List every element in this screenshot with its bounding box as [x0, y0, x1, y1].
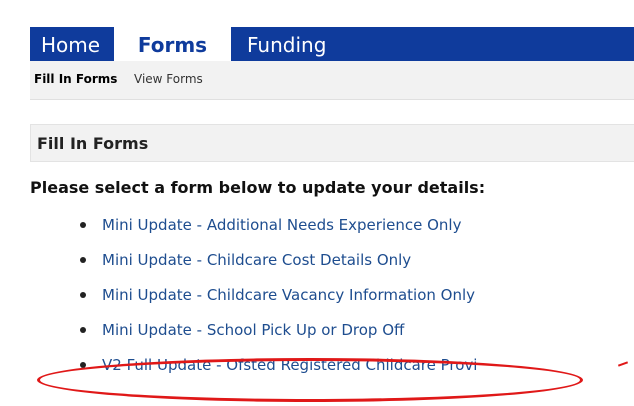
subnav-fill-in-forms[interactable]: Fill In Forms	[34, 72, 117, 86]
form-link-v2-full-update[interactable]: V2 Full Update - Ofsted Registered Child…	[102, 352, 477, 378]
top-navigation-bar: Home Forms Funding	[30, 27, 634, 61]
annotation-mark	[617, 361, 629, 367]
sub-navigation-bar: Fill In Forms View Forms	[30, 61, 634, 100]
form-link-school-pickup[interactable]: Mini Update - School Pick Up or Drop Off	[102, 317, 404, 343]
form-link-childcare-vacancy[interactable]: Mini Update - Childcare Vacancy Informat…	[102, 282, 475, 308]
tab-forms[interactable]: Forms	[114, 27, 231, 61]
tab-funding[interactable]: Funding	[247, 27, 326, 61]
tab-home[interactable]: Home	[41, 27, 100, 61]
page: Home Forms Funding Fill In Forms View Fo…	[0, 0, 634, 406]
form-link-childcare-cost[interactable]: Mini Update - Childcare Cost Details Onl…	[102, 247, 411, 273]
bullet-icon	[80, 362, 86, 368]
instruction-text: Please select a form below to update you…	[30, 178, 486, 197]
bullet-icon	[80, 327, 86, 333]
section-title: Fill In Forms	[37, 134, 149, 153]
form-link-additional-needs[interactable]: Mini Update - Additional Needs Experienc…	[102, 212, 461, 238]
bullet-icon	[80, 292, 86, 298]
subnav-view-forms[interactable]: View Forms	[134, 72, 203, 86]
bullet-icon	[80, 257, 86, 263]
bullet-icon	[80, 222, 86, 228]
section-header: Fill In Forms	[30, 124, 634, 162]
